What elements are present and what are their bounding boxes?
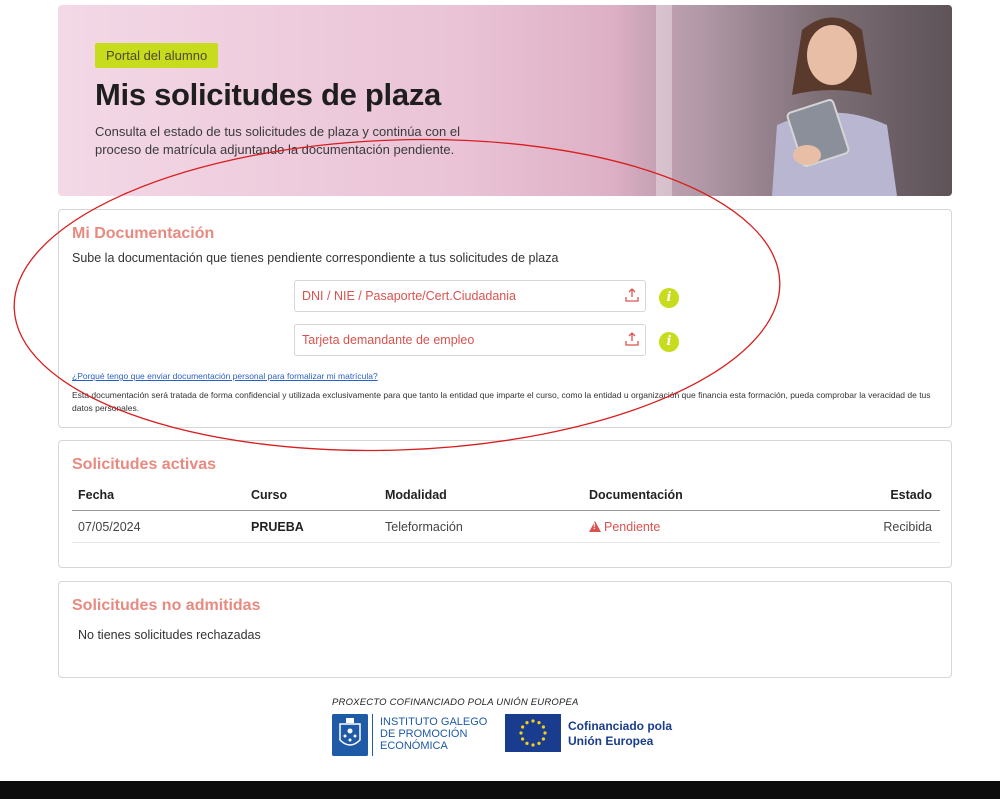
pending-status: Pendiente: [604, 520, 661, 534]
active-requests-title: Solicitudes activas: [72, 456, 217, 473]
igape-logo-text: INSTITUTO GALEGO DE PROMOCIÓN ECONÓMICA: [380, 716, 490, 752]
documentation-title: Mi Documentación: [72, 225, 215, 242]
cell-fecha: 07/05/2024: [78, 520, 141, 534]
cofinance-header: PROXECTO COFINANCIADO POLA UNIÓN EUROPEA: [332, 697, 579, 708]
info-icon[interactable]: i: [659, 332, 679, 352]
documentation-card: Mi Documentación Sube la documentación q…: [58, 209, 952, 428]
rejected-requests-card: Solicitudes no admitidas No tienes solic…: [58, 581, 952, 678]
upload-dni-field[interactable]: DNI / NIE / Pasaporte/Cert.Ciudadania: [294, 280, 646, 312]
cell-estado: Recibida: [883, 520, 932, 534]
hero-banner: Portal del alumno Mis solicitudes de pla…: [58, 5, 952, 196]
rejected-requests-title: Solicitudes no admitidas: [72, 597, 261, 614]
eu-cofinance-text: Cofinanciado pola Unión Europea: [568, 719, 688, 749]
cell-modalidad: Teleformación: [385, 520, 463, 534]
igape-line-2: DE PROMOCIÓN: [380, 728, 468, 740]
igape-line-1: INSTITUTO GALEGO: [380, 716, 488, 728]
info-icon[interactable]: i: [659, 288, 679, 308]
documentation-description: Sube la documentación que tienes pendien…: [72, 251, 559, 265]
student-with-tablet-image: [772, 17, 897, 196]
bottom-bar: [0, 781, 1000, 799]
upload-icon: [625, 332, 639, 346]
galicia-coat-of-arms-logo: [332, 714, 368, 756]
upload-employment-label: Tarjeta demandante de empleo: [302, 333, 475, 347]
upload-icon: [625, 288, 639, 302]
page-title: Mis solicitudes de plaza: [95, 77, 441, 112]
upload-employment-card-field[interactable]: Tarjeta demandante de empleo: [294, 324, 646, 356]
cell-documentacion[interactable]: Pendiente: [589, 520, 660, 534]
active-requests-card: Solicitudes activas Fecha Curso Modalida…: [58, 440, 952, 568]
column-header-estado: Estado: [890, 488, 932, 502]
hero-window-frame: [656, 5, 672, 196]
table-header-divider: [72, 510, 940, 511]
column-header-documentacion: Documentación: [589, 488, 683, 502]
portal-badge: Portal del alumno: [95, 43, 219, 68]
column-header-fecha: Fecha: [78, 488, 115, 502]
eu-line-2: Unión Europea: [568, 734, 654, 748]
column-header-modalidad: Modalidad: [385, 488, 447, 502]
cell-curso: PRUEBA: [251, 520, 304, 534]
rejected-empty-message: No tienes solicitudes rechazadas: [78, 628, 261, 642]
warning-icon: [589, 521, 601, 532]
upload-dni-label: DNI / NIE / Pasaporte/Cert.Ciudadania: [302, 289, 516, 303]
igape-line-3: ECONÓMICA: [380, 740, 448, 752]
page-subtitle: Consulta el estado de tus solicitudes de…: [95, 124, 460, 157]
logo-divider: [372, 714, 373, 756]
privacy-notice: Esta documentación será tratada de forma…: [72, 390, 931, 413]
why-documentation-link[interactable]: ¿Porqué tengo que enviar documentación p…: [72, 371, 378, 381]
eu-line-1: Cofinanciado pola: [568, 719, 673, 733]
eu-flag-logo: [505, 714, 561, 752]
table-row-divider: [72, 542, 940, 543]
column-header-curso: Curso: [251, 488, 288, 502]
